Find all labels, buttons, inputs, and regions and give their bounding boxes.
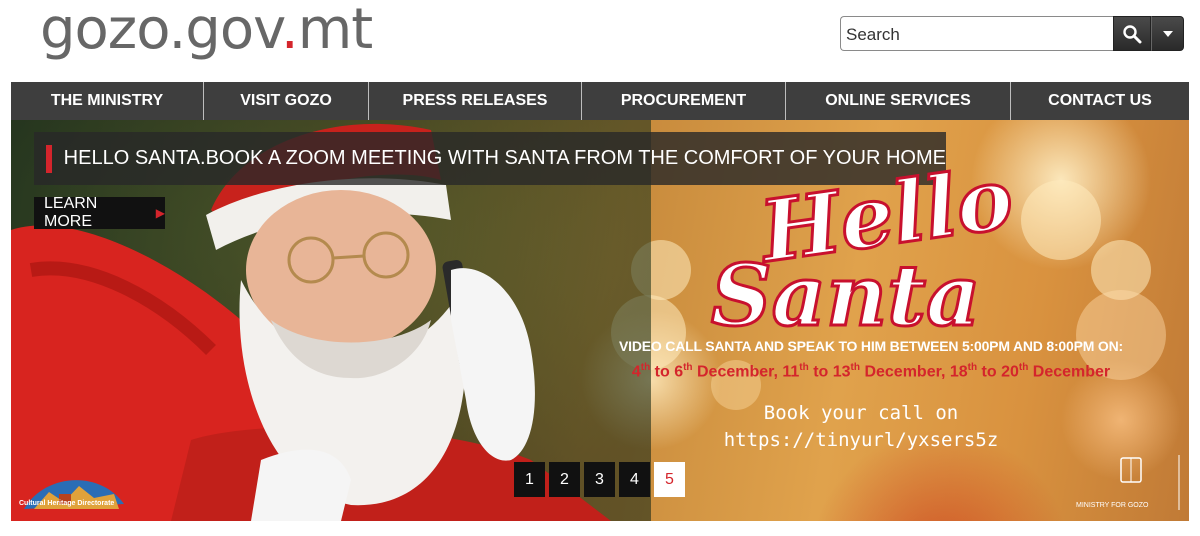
headline-accent-bar [46, 144, 52, 173]
date-suffix: th [799, 362, 809, 373]
nav-item-procurement[interactable]: PROCUREMENT [582, 82, 786, 120]
date-part: December [1028, 363, 1111, 381]
call-dates-text: 4th to 6th December, 11th to 13th Decemb… [591, 362, 1151, 381]
nav-item-online-services[interactable]: ONLINE SERVICES [786, 82, 1011, 120]
santa-text: Santa [711, 246, 980, 340]
booking-line: Book your call on [763, 402, 959, 424]
search-options-button[interactable] [1151, 16, 1184, 51]
learn-more-label: LEARN MORE [44, 195, 98, 230]
call-time-text: VIDEO CALL SANTA AND SPEAK TO HIM BETWEE… [619, 338, 1123, 354]
search-button[interactable] [1113, 16, 1152, 51]
date-suffix: th [1018, 362, 1029, 373]
nav-item-press-releases[interactable]: PRESS RELEASES [369, 82, 582, 120]
nav-item-the-ministry[interactable]: THE MINISTRY [11, 82, 204, 120]
date-suffix: th [850, 362, 860, 373]
learn-more-button[interactable]: LEARN MORE ▶ [34, 195, 165, 230]
date-part: 4 [631, 363, 641, 381]
site-header: gozo.gov.mt [0, 0, 1200, 82]
slide-page-4[interactable]: 4 [619, 462, 650, 497]
date-part: December, 18 [860, 363, 968, 381]
slide-page-2[interactable]: 2 [549, 462, 580, 497]
cultural-heritage-logo-icon [24, 480, 124, 509]
slide-pager: 1 2 3 4 5 [514, 462, 689, 497]
date-part: to 20 [977, 363, 1019, 381]
search-input[interactable] [840, 16, 1114, 51]
logo-text-gozo: gozo.gov [40, 0, 282, 62]
site-logo[interactable]: gozo.gov.mt [40, 0, 374, 66]
logo-dot: . [280, 0, 299, 62]
slide-page-5-active[interactable]: 5 [654, 462, 685, 497]
arrow-right-icon: ▶ [155, 206, 165, 220]
ministry-for-gozo-label: MINISTRY FOR GOZO [1076, 502, 1149, 509]
nav-item-visit-gozo[interactable]: VISIT GOZO [204, 82, 369, 120]
hero-banner[interactable]: HELLO SANTA.BOOK A ZOOM MEETING WITH SAN… [11, 120, 1189, 521]
date-part: December, 11 [692, 363, 800, 381]
cultural-heritage-label: Cultural Heritage Directorate [19, 500, 115, 507]
search-icon [1123, 24, 1142, 43]
main-nav: THE MINISTRY VISIT GOZO PRESS RELEASES P… [11, 82, 1189, 120]
date-suffix: th [967, 362, 978, 373]
date-suffix: th [640, 362, 651, 373]
call-info: VIDEO CALL SANTA AND SPEAK TO HIM BETWEE… [591, 338, 1151, 381]
date-part: to 13 [808, 363, 851, 381]
booking-url: https://tinyurl/yxsers5z [723, 429, 999, 451]
slide-page-1[interactable]: 1 [514, 462, 545, 497]
logo-text-mt: mt [297, 0, 374, 62]
nav-item-contact-us[interactable]: CONTACT US [1011, 82, 1189, 120]
hello-santa-title: Hello Santa [710, 160, 1021, 340]
date-suffix: th [683, 362, 693, 373]
date-part: to 6 [650, 363, 684, 381]
slide-page-3[interactable]: 3 [584, 462, 615, 497]
booking-info: Book your call on https://tinyurl/yxsers… [711, 400, 1011, 454]
search-bar [840, 16, 1184, 51]
chevron-down-icon [1162, 30, 1173, 37]
